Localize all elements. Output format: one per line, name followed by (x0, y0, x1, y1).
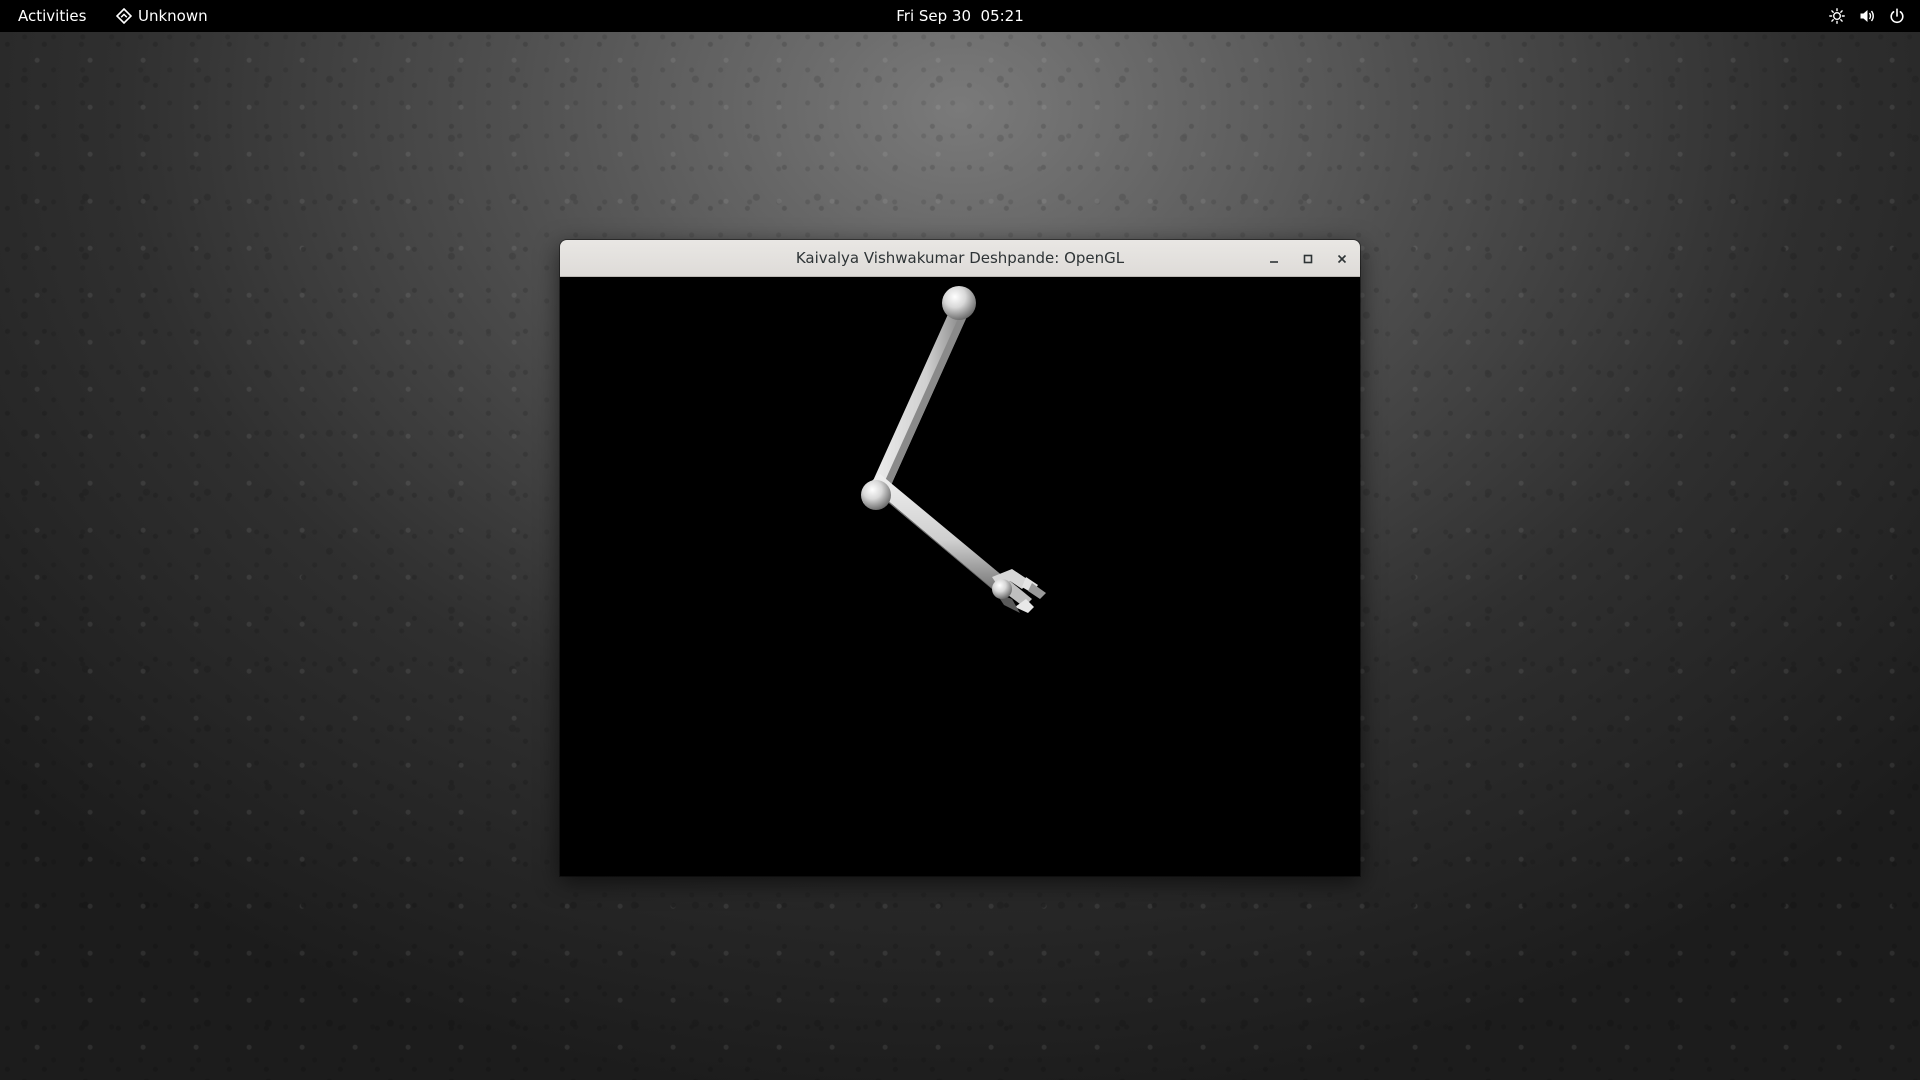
volume-icon (1858, 7, 1876, 25)
opengl-canvas[interactable] (560, 277, 1360, 876)
activities-button[interactable]: Activities (18, 0, 86, 32)
minimize-icon (1268, 250, 1280, 269)
shoulder-joint (942, 286, 976, 320)
close-icon (1336, 250, 1348, 269)
app-diamond-icon (115, 7, 133, 25)
app-menu[interactable]: Unknown (115, 0, 208, 32)
robot-arm-render (861, 286, 1046, 613)
gripper (992, 569, 1046, 613)
window-titlebar[interactable]: Kaivalya Vishwakumar Deshpande: OpenGL (560, 240, 1360, 277)
app-name: Unknown (138, 7, 208, 25)
clock[interactable]: Fri Sep 30 05:21 (896, 7, 1024, 25)
upper-arm-segment (863, 312, 969, 503)
opengl-window[interactable]: Kaivalya Vishwakumar Deshpande: OpenGL (560, 240, 1360, 876)
maximize-icon (1302, 250, 1314, 269)
brightness-icon (1828, 7, 1846, 25)
elbow-joint (861, 480, 891, 510)
window-title: Kaivalya Vishwakumar Deshpande: OpenGL (795, 249, 1125, 267)
close-button[interactable] (1331, 248, 1353, 270)
system-menu[interactable] (1828, 0, 1906, 32)
maximize-button[interactable] (1297, 248, 1319, 270)
power-icon (1888, 7, 1906, 25)
minimize-button[interactable] (1263, 248, 1285, 270)
top-bar: Activities Unknown Fri Sep 30 05:21 (0, 0, 1920, 32)
